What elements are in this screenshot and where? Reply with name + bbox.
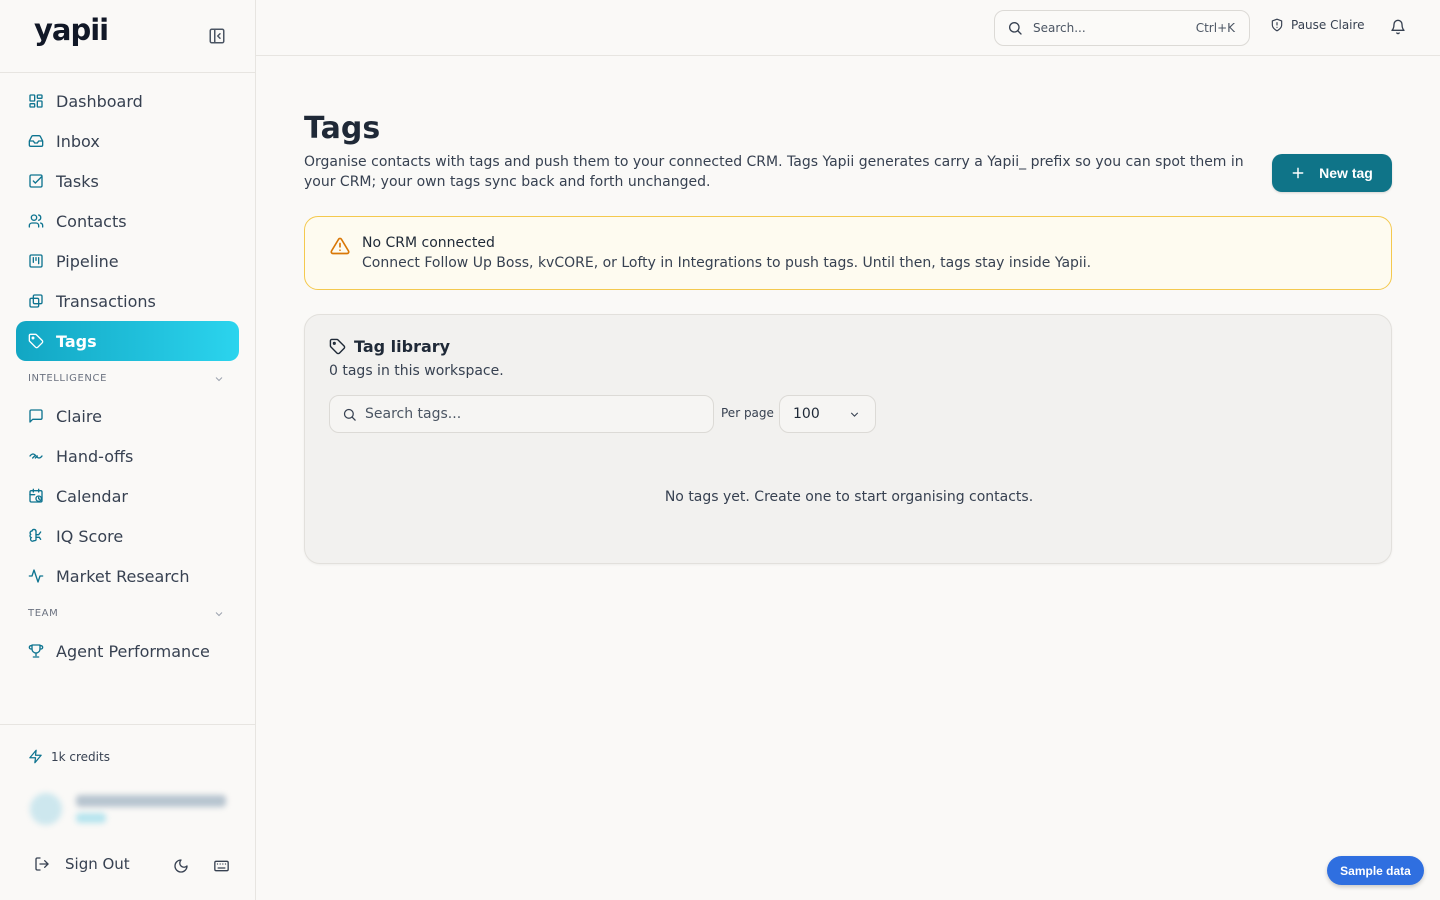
moon-icon[interactable] <box>173 858 189 874</box>
alert-text: Connect Follow Up Boss, kvCORE, or Lofty… <box>362 255 1092 271</box>
calendar-icon <box>28 488 44 504</box>
sidebar-item-iq-score[interactable]: IQ Score <box>16 516 239 556</box>
bell-icon[interactable] <box>1390 19 1406 35</box>
warning-icon <box>330 237 350 255</box>
sample-data-button[interactable]: Sample data <box>1327 856 1424 885</box>
shield-icon <box>1271 18 1283 32</box>
inbox-icon <box>28 133 44 149</box>
tag-search-field[interactable] <box>329 395 714 433</box>
tasks-icon <box>28 173 44 189</box>
new-tag-button[interactable]: New tag <box>1272 154 1392 192</box>
sidebar-item-label: Inbox <box>56 131 100 151</box>
no-crm-alert: No CRM connected Connect Follow Up Boss,… <box>304 216 1392 290</box>
activity-icon <box>28 568 44 584</box>
user-info-redacted <box>76 795 226 823</box>
transactions-icon <box>28 293 44 309</box>
chevron-down-icon <box>215 376 223 381</box>
chat-icon <box>28 408 44 424</box>
sign-out-label: Sign Out <box>65 855 130 873</box>
collapse-sidebar-icon[interactable] <box>208 27 226 45</box>
sidebar-item-label: Calendar <box>56 486 128 506</box>
tag-library-title: Tag library <box>354 337 451 356</box>
sidebar-item-dashboard[interactable]: Dashboard <box>16 81 239 121</box>
contacts-icon <box>28 213 44 229</box>
sidebar-item-contacts[interactable]: Contacts <box>16 201 239 241</box>
section-heading: INTELLIGENCE <box>28 373 107 384</box>
alert-title: No CRM connected <box>362 235 495 251</box>
sidebar-item-label: Agent Performance <box>56 641 210 661</box>
sidebar-item-label: Contacts <box>56 211 127 231</box>
per-page-select[interactable]: 100 <box>779 395 876 433</box>
tag-library-heading: Tag library <box>329 337 450 356</box>
sidebar-footer: 1k credits Sign Out <box>0 724 256 900</box>
sidebar-item-label: Pipeline <box>56 251 119 271</box>
credits-indicator[interactable]: 1k credits <box>28 749 110 764</box>
sidebar-nav: Dashboard Inbox Tasks Contacts Pipeline … <box>16 81 239 671</box>
per-page-label: Per page <box>721 406 774 420</box>
sidebar-item-label: Hand-offs <box>56 446 134 466</box>
keyboard-icon[interactable] <box>213 858 230 874</box>
sidebar-item-hand-offs[interactable]: Hand-offs <box>16 436 239 476</box>
tag-count: 0 tags in this workspace. <box>329 363 504 379</box>
user-role-badge-redacted <box>76 813 106 823</box>
page-title: Tags <box>304 111 381 146</box>
chevron-down-icon <box>850 411 859 417</box>
section-heading: TEAM <box>28 608 59 619</box>
avatar <box>30 793 62 825</box>
user-email-redacted <box>76 795 226 807</box>
pause-claire-button[interactable]: Pause Claire <box>1270 18 1365 32</box>
tag-search-input[interactable] <box>365 406 685 422</box>
brain-icon <box>28 528 44 544</box>
search-shortcut-hint: Ctrl+K <box>1195 21 1235 35</box>
handshake-icon <box>28 448 44 464</box>
sidebar-item-tags[interactable]: Tags <box>16 321 239 361</box>
section-intelligence[interactable]: INTELLIGENCE <box>16 361 239 396</box>
sidebar-item-calendar[interactable]: Calendar <box>16 476 239 516</box>
sidebar-item-label: Dashboard <box>56 91 143 111</box>
sidebar-item-transactions[interactable]: Transactions <box>16 281 239 321</box>
tag-icon <box>28 333 44 349</box>
yapii-logo[interactable]: yapii <box>34 13 109 47</box>
per-page-value: 100 <box>793 406 820 422</box>
sidebar-item-label: Claire <box>56 406 102 426</box>
pause-claire-label: Pause Claire <box>1291 18 1365 32</box>
lightning-icon <box>29 749 42 764</box>
empty-state-message: No tags yet. Create one to start organis… <box>664 489 1034 505</box>
top-bar: Search... Ctrl+K Pause Claire <box>256 0 1440 56</box>
global-search-input[interactable]: Search... Ctrl+K <box>994 10 1250 46</box>
sidebar: yapii Dashboard Inbox Tasks Contacts Pip… <box>0 0 256 900</box>
sidebar-item-market-research[interactable]: Market Research <box>16 556 239 596</box>
sidebar-item-inbox[interactable]: Inbox <box>16 121 239 161</box>
search-icon <box>343 408 356 421</box>
dashboard-icon <box>28 93 44 109</box>
sidebar-item-label: IQ Score <box>56 526 124 546</box>
sidebar-item-agent-performance[interactable]: Agent Performance <box>16 631 239 671</box>
plus-icon <box>1292 167 1304 179</box>
pipeline-icon <box>28 253 44 269</box>
logout-icon <box>35 857 49 871</box>
page-description: Organise contacts with tags and push the… <box>304 154 1244 190</box>
tag-library-card: Tag library 0 tags in this workspace. Pe… <box>304 314 1392 564</box>
search-icon <box>1009 22 1022 35</box>
sidebar-item-label: Tasks <box>56 171 99 191</box>
sidebar-item-tasks[interactable]: Tasks <box>16 161 239 201</box>
user-profile[interactable] <box>30 793 226 825</box>
tag-icon <box>329 338 346 355</box>
sidebar-item-label: Market Research <box>56 566 190 586</box>
credits-label: 1k credits <box>51 749 110 764</box>
sign-out-button[interactable]: Sign Out <box>34 855 130 873</box>
sidebar-item-pipeline[interactable]: Pipeline <box>16 241 239 281</box>
section-team[interactable]: TEAM <box>16 596 239 631</box>
new-tag-label: New tag <box>1319 165 1373 181</box>
brand-header: yapii <box>0 0 255 73</box>
sidebar-item-claire[interactable]: Claire <box>16 396 239 436</box>
sidebar-item-label: Transactions <box>56 291 156 311</box>
global-search-placeholder: Search... <box>1033 21 1086 35</box>
trophy-icon <box>28 643 44 659</box>
sidebar-item-label: Tags <box>56 331 97 351</box>
chevron-down-icon <box>215 611 223 616</box>
